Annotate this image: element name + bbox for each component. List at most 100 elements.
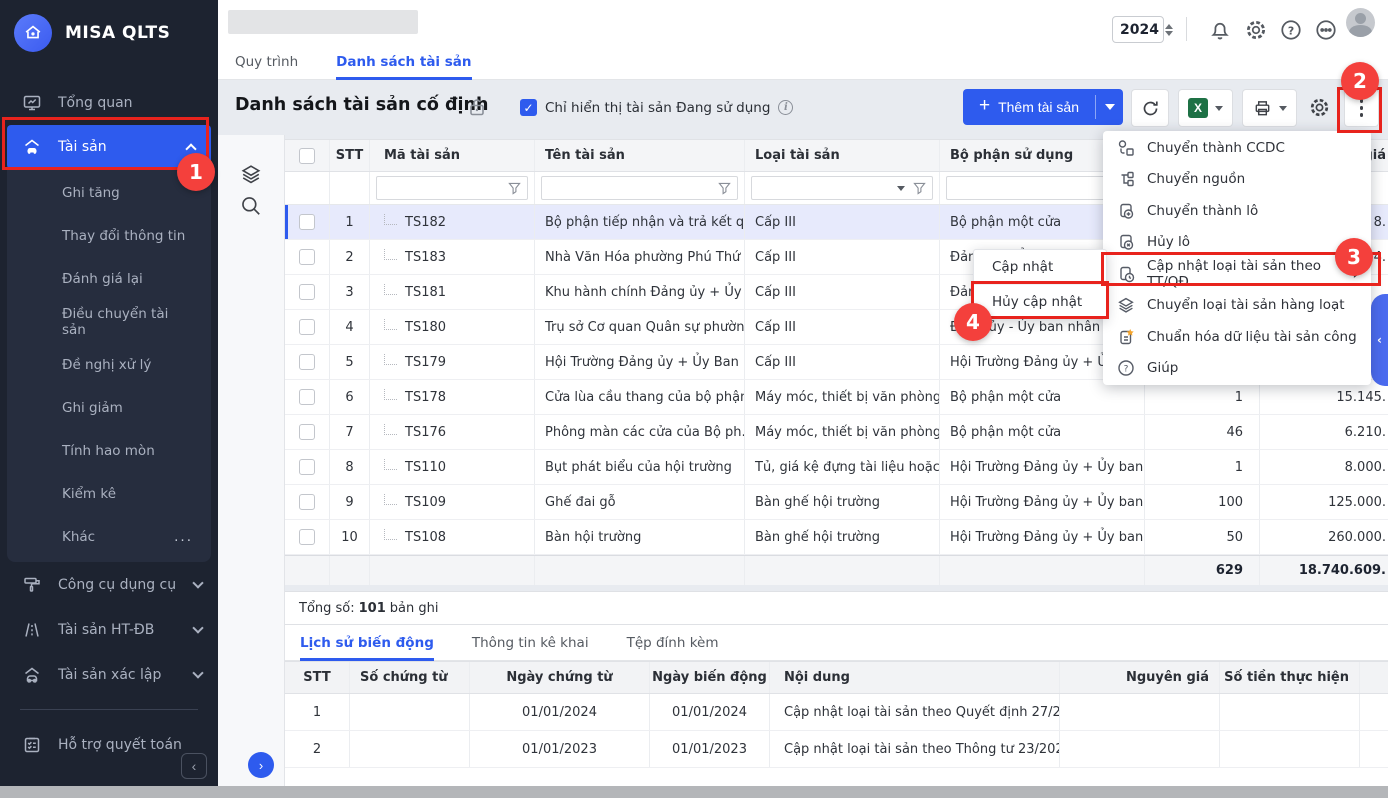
- table-row[interactable]: 9 TS109 Ghế đai gỗ Bàn ghế hội trường Hộ…: [285, 485, 1388, 520]
- chevron-down-icon: [192, 622, 203, 633]
- table-row[interactable]: 10 TS108 Bàn hội trường Bàn ghế hội trườ…: [285, 520, 1388, 555]
- filter-input-ma[interactable]: [376, 176, 528, 200]
- funnel-icon[interactable]: [913, 182, 926, 195]
- menu-item-chuyen-thanh-ccdc[interactable]: Chuyển thành CCDC: [1103, 132, 1371, 164]
- submenu-item-huy-cap-nhat[interactable]: Hủy cập nhật: [974, 284, 1106, 318]
- row-checkbox[interactable]: [299, 354, 315, 370]
- sidebar-item-thay-doi-thong-tin[interactable]: Thay đổi thông tin: [7, 214, 211, 257]
- sidebar-label: Tổng quan: [58, 95, 202, 111]
- asset-table-total-row: 629 18.740.609.: [285, 555, 1388, 585]
- tab-thong-tin-ke-khai[interactable]: Thông tin kê khai: [472, 625, 589, 660]
- avatar[interactable]: [1346, 8, 1375, 37]
- sidebar-item-kiem-ke[interactable]: Kiểm kê: [7, 472, 211, 515]
- tree-node-icon: [384, 424, 397, 435]
- menu-item-chuyen-thanh-lo[interactable]: Chuyển thành lô: [1103, 195, 1371, 227]
- table-settings-button[interactable]: [1307, 96, 1331, 120]
- checkbox-checked-icon[interactable]: ✓: [520, 99, 537, 116]
- gear-icon[interactable]: [1244, 18, 1268, 42]
- menu-item-chuyen-loai-tai-san-hang-loat[interactable]: Chuyển loại tài sản hàng loạt: [1103, 290, 1371, 322]
- row-checkbox[interactable]: [299, 459, 315, 475]
- only-in-use-filter[interactable]: ✓ Chỉ hiển thị tài sản Đang sử dụng i: [520, 99, 793, 116]
- menu-item-chuan-hoa-du-lieu-tai-san-cong[interactable]: Chuẩn hóa dữ liệu tài sản công: [1103, 321, 1371, 353]
- more-icon[interactable]: [1314, 18, 1338, 42]
- row-checkbox[interactable]: [299, 319, 315, 335]
- search-icon[interactable]: [240, 195, 262, 217]
- sidebar-item-tong-quan[interactable]: Tổng quan: [0, 80, 218, 125]
- refresh-button[interactable]: [1131, 89, 1169, 127]
- filter-select-loai[interactable]: [751, 176, 933, 200]
- fiscal-year-selector[interactable]: 2024: [1112, 16, 1164, 43]
- submenu-item-cap-nhat[interactable]: Cập nhật: [974, 250, 1106, 284]
- history-row[interactable]: 2 01/01/2023 01/01/2023 Cập nhật loại tà…: [285, 731, 1388, 768]
- add-asset-button[interactable]: +Thêm tài sản: [963, 89, 1123, 125]
- row-checkbox[interactable]: [299, 249, 315, 265]
- col-loai-tai-san[interactable]: Loại tài sản: [745, 140, 940, 171]
- col-so-tien-thuc-hien: Số tiền thực hiện: [1220, 662, 1360, 693]
- row-checkbox[interactable]: [299, 284, 315, 300]
- sidebar-collapse-button[interactable]: ‹: [181, 753, 207, 779]
- col-ngay-bien-dong: Ngày biến động: [650, 662, 770, 693]
- sidebar-item-khac[interactable]: Khác...: [7, 515, 211, 558]
- print-button[interactable]: [1242, 89, 1297, 127]
- table-row[interactable]: 7 TS176 Phông màn các cửa của Bộ ph... M…: [285, 415, 1388, 450]
- row-checkbox[interactable]: [299, 214, 315, 230]
- sidebar-item-dieu-chuyen-tai-san[interactable]: Điều chuyển tài sản: [7, 300, 211, 343]
- sidebar: MISA QLTS Tổng quan Tài sản Ghi tăng Tha…: [0, 0, 218, 798]
- col-ma-tai-san[interactable]: Mã tài sản: [370, 140, 535, 171]
- more-ellipsis-icon[interactable]: ...: [174, 529, 193, 545]
- info-icon[interactable]: i: [778, 100, 793, 115]
- left-rail: ›: [218, 135, 285, 786]
- select-all-checkbox[interactable]: [299, 148, 315, 164]
- help-icon[interactable]: ?: [1279, 18, 1303, 42]
- col-stt: STT: [285, 662, 350, 693]
- sidebar-item-tinh-hao-mon[interactable]: Tính hao mòn: [7, 429, 211, 472]
- sidebar-item-de-nghi-xu-ly[interactable]: Đề nghị xử lý: [7, 343, 211, 386]
- sidebar-item-danh-gia-lai[interactable]: Đánh giá lại: [7, 257, 211, 300]
- filter-input-ten[interactable]: [541, 176, 738, 200]
- history-table: STT Số chứng từ Ngày chứng từ Ngày biến …: [285, 661, 1388, 786]
- record-count: 101: [359, 601, 386, 616]
- add-asset-dropdown[interactable]: [1096, 104, 1123, 110]
- table-row[interactable]: 6 TS178 Cửa lùa cầu thang của bộ phận...…: [285, 380, 1388, 415]
- col-stt[interactable]: STT: [330, 140, 370, 171]
- caret-down-icon: [1279, 106, 1287, 111]
- menu-item-giup[interactable]: ? Giúp: [1103, 353, 1371, 385]
- expand-panel-button[interactable]: ›: [248, 752, 274, 778]
- table-row[interactable]: 8 TS110 Bụt phát biểu của hội trường Tủ,…: [285, 450, 1388, 485]
- layers-icon[interactable]: [240, 163, 262, 185]
- col-ngay-chung-tu: Ngày chứng từ: [470, 662, 650, 693]
- row-checkbox[interactable]: [299, 529, 315, 545]
- tab-lich-su-bien-dong[interactable]: Lịch sử biến động: [300, 625, 434, 660]
- horizontal-scrollbar[interactable]: [0, 786, 1388, 798]
- row-checkbox[interactable]: [299, 494, 315, 510]
- convert-source-icon: [1117, 170, 1135, 188]
- col-ten-tai-san[interactable]: Tên tài sản: [535, 140, 745, 171]
- sidebar-item-tai-san-xac-lap[interactable]: Tài sản xác lập: [0, 652, 218, 697]
- svg-text:?: ?: [1124, 365, 1129, 375]
- export-excel-button[interactable]: X: [1178, 89, 1233, 127]
- tab-quy-trinh[interactable]: Quy trình: [235, 45, 298, 79]
- funnel-icon[interactable]: [508, 182, 521, 195]
- menu-item-chuyen-nguon[interactable]: Chuyển nguồn: [1103, 164, 1371, 196]
- unlock-icon[interactable]: [468, 97, 486, 117]
- history-row[interactable]: 1 01/01/2024 01/01/2024 Cập nhật loại tà…: [285, 694, 1388, 731]
- bell-icon[interactable]: [1208, 18, 1232, 42]
- annotation-badge-3: 3: [1335, 238, 1373, 276]
- col-nguyen-gia: Nguyên giá: [1060, 662, 1220, 693]
- tab-danh-sach-tai-san[interactable]: Danh sách tài sản: [336, 45, 471, 79]
- sidebar-label: Tài sản xác lập: [58, 667, 178, 683]
- funnel-icon[interactable]: [718, 182, 731, 195]
- collapse-right-panel-tab[interactable]: ‹: [1371, 294, 1388, 386]
- tab-tep-dinh-kem[interactable]: Tệp đính kèm: [627, 625, 719, 660]
- sidebar-item-tai-san-ht-db[interactable]: Tài sản HT-ĐB: [0, 607, 218, 652]
- row-checkbox[interactable]: [299, 424, 315, 440]
- row-checkbox[interactable]: [299, 389, 315, 405]
- sidebar-item-ghi-giam[interactable]: Ghi giảm: [7, 386, 211, 429]
- menu-item-cap-nhat-loai-tai-san-theo-tt-qd[interactable]: Cập nhật loại tài sản theo TT/QĐ ›: [1103, 258, 1371, 290]
- chevron-down-icon: [192, 667, 203, 678]
- sidebar-item-cong-cu-dung-cu[interactable]: Công cụ dụng cụ: [0, 562, 218, 607]
- menu-item-huy-lo[interactable]: Hủy lô: [1103, 227, 1371, 259]
- year-spinner-icon[interactable]: [1165, 24, 1173, 36]
- normalize-data-icon: [1117, 328, 1135, 346]
- total-nguyen-gia: 18.740.609.: [1260, 556, 1388, 585]
